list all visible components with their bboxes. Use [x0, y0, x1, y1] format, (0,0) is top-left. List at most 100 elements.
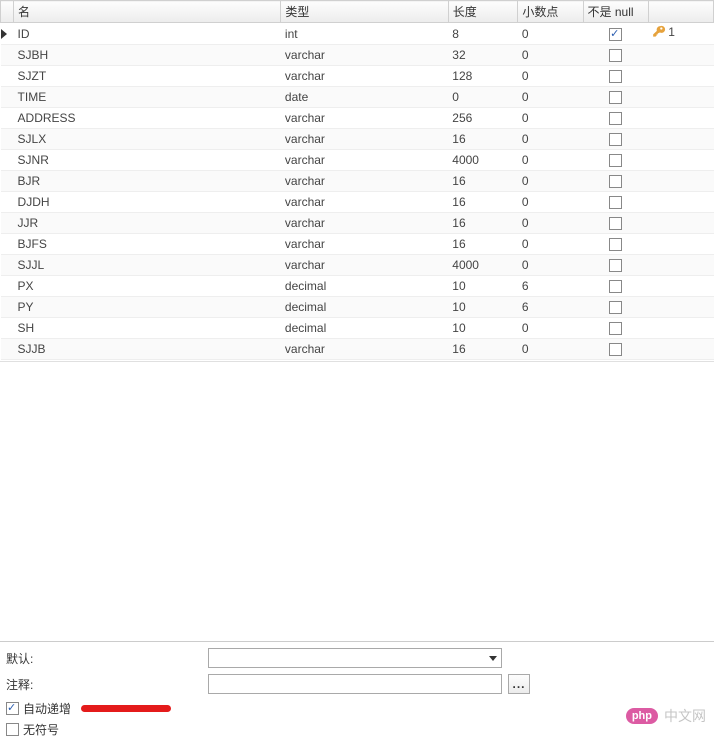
notnull-checkbox[interactable]	[609, 301, 622, 314]
cell-decimals[interactable]: 0	[518, 129, 583, 150]
cell-type[interactable]: varchar	[281, 171, 448, 192]
cell-length[interactable]: 32	[448, 45, 518, 66]
cell-type[interactable]: varchar	[281, 234, 448, 255]
cell-type[interactable]: varchar	[281, 108, 448, 129]
cell-name[interactable]: PY	[14, 297, 281, 318]
cell-notnull[interactable]	[583, 339, 648, 360]
cell-length[interactable]: 16	[448, 234, 518, 255]
table-row[interactable]: DJDHvarchar160	[1, 192, 714, 213]
cell-notnull[interactable]	[583, 297, 648, 318]
cell-type[interactable]: varchar	[281, 129, 448, 150]
cell-notnull[interactable]	[583, 150, 648, 171]
cell-key[interactable]	[648, 66, 713, 87]
cell-notnull[interactable]	[583, 87, 648, 108]
cell-notnull[interactable]	[583, 318, 648, 339]
default-value-combo[interactable]	[208, 648, 502, 668]
cell-name[interactable]: SJZT	[14, 66, 281, 87]
cell-notnull[interactable]	[583, 234, 648, 255]
cell-type[interactable]: date	[281, 87, 448, 108]
cell-name[interactable]: SJBH	[14, 45, 281, 66]
cell-name[interactable]: BJR	[14, 171, 281, 192]
cell-decimals[interactable]: 6	[518, 297, 583, 318]
cell-key[interactable]	[648, 192, 713, 213]
cell-name[interactable]: ADDRESS	[14, 108, 281, 129]
notnull-checkbox[interactable]	[609, 175, 622, 188]
cell-decimals[interactable]: 0	[518, 45, 583, 66]
cell-length[interactable]: 10	[448, 318, 518, 339]
cell-decimals[interactable]: 0	[518, 318, 583, 339]
notnull-checkbox[interactable]	[609, 238, 622, 251]
table-row[interactable]: BJFSvarchar160	[1, 234, 714, 255]
cell-key[interactable]	[648, 234, 713, 255]
cell-key[interactable]	[648, 297, 713, 318]
cell-decimals[interactable]: 6	[518, 276, 583, 297]
cell-type[interactable]: varchar	[281, 192, 448, 213]
auto-increment-checkbox[interactable]	[6, 702, 19, 715]
cell-decimals[interactable]: 0	[518, 23, 583, 45]
notnull-checkbox[interactable]	[609, 91, 622, 104]
notnull-checkbox[interactable]	[609, 280, 622, 293]
cell-name[interactable]: BJFS	[14, 234, 281, 255]
cell-length[interactable]: 256	[448, 108, 518, 129]
table-row[interactable]: SJLXvarchar160	[1, 129, 714, 150]
header-length[interactable]: 长度	[448, 1, 518, 23]
notnull-checkbox[interactable]	[609, 196, 622, 209]
notnull-checkbox[interactable]	[609, 70, 622, 83]
header-name[interactable]: 名	[14, 1, 281, 23]
cell-type[interactable]: varchar	[281, 255, 448, 276]
cell-name[interactable]: SJNR	[14, 150, 281, 171]
notnull-checkbox[interactable]	[609, 343, 622, 356]
cell-type[interactable]: decimal	[281, 297, 448, 318]
cell-notnull[interactable]	[583, 66, 648, 87]
table-row[interactable]: SJJBvarchar160	[1, 339, 714, 360]
cell-notnull[interactable]	[583, 108, 648, 129]
cell-length[interactable]: 0	[448, 87, 518, 108]
cell-name[interactable]: SJLX	[14, 129, 281, 150]
notnull-checkbox[interactable]	[609, 28, 622, 41]
header-decimals[interactable]: 小数点	[518, 1, 583, 23]
notnull-checkbox[interactable]	[609, 112, 622, 125]
notnull-checkbox[interactable]	[609, 133, 622, 146]
table-row[interactable]: SHdecimal100	[1, 318, 714, 339]
cell-key[interactable]	[648, 87, 713, 108]
cell-type[interactable]: decimal	[281, 276, 448, 297]
cell-notnull[interactable]	[583, 171, 648, 192]
cell-key[interactable]	[648, 45, 713, 66]
header-type[interactable]: 类型	[281, 1, 448, 23]
cell-length[interactable]: 16	[448, 192, 518, 213]
cell-name[interactable]: SJJB	[14, 339, 281, 360]
unsigned-checkbox[interactable]	[6, 723, 19, 736]
cell-notnull[interactable]	[583, 192, 648, 213]
cell-type[interactable]: varchar	[281, 339, 448, 360]
cell-decimals[interactable]: 0	[518, 255, 583, 276]
cell-length[interactable]: 16	[448, 339, 518, 360]
cell-key[interactable]	[648, 339, 713, 360]
cell-key[interactable]	[648, 213, 713, 234]
table-row[interactable]: SJJLvarchar40000	[1, 255, 714, 276]
notnull-checkbox[interactable]	[609, 259, 622, 272]
cell-type[interactable]: varchar	[281, 66, 448, 87]
cell-decimals[interactable]: 0	[518, 192, 583, 213]
cell-notnull[interactable]	[583, 213, 648, 234]
cell-type[interactable]: varchar	[281, 150, 448, 171]
cell-type[interactable]: int	[281, 23, 448, 45]
table-row[interactable]: SJNRvarchar40000	[1, 150, 714, 171]
comment-input[interactable]	[208, 674, 502, 694]
columns-table[interactable]: 名 类型 长度 小数点 不是 null IDint801SJBHvarchar3…	[0, 0, 714, 360]
cell-decimals[interactable]: 0	[518, 87, 583, 108]
table-row[interactable]: PYdecimal106	[1, 297, 714, 318]
cell-key[interactable]: 1	[648, 23, 713, 45]
cell-notnull[interactable]	[583, 23, 648, 45]
cell-length[interactable]: 4000	[448, 255, 518, 276]
comment-ellipsis-button[interactable]: ...	[508, 674, 530, 694]
cell-name[interactable]: ID	[14, 23, 281, 45]
cell-key[interactable]	[648, 108, 713, 129]
cell-type[interactable]: varchar	[281, 213, 448, 234]
cell-name[interactable]: SH	[14, 318, 281, 339]
cell-length[interactable]: 16	[448, 129, 518, 150]
cell-decimals[interactable]: 0	[518, 213, 583, 234]
cell-key[interactable]	[648, 318, 713, 339]
table-row[interactable]: IDint801	[1, 23, 714, 45]
cell-notnull[interactable]	[583, 45, 648, 66]
notnull-checkbox[interactable]	[609, 154, 622, 167]
